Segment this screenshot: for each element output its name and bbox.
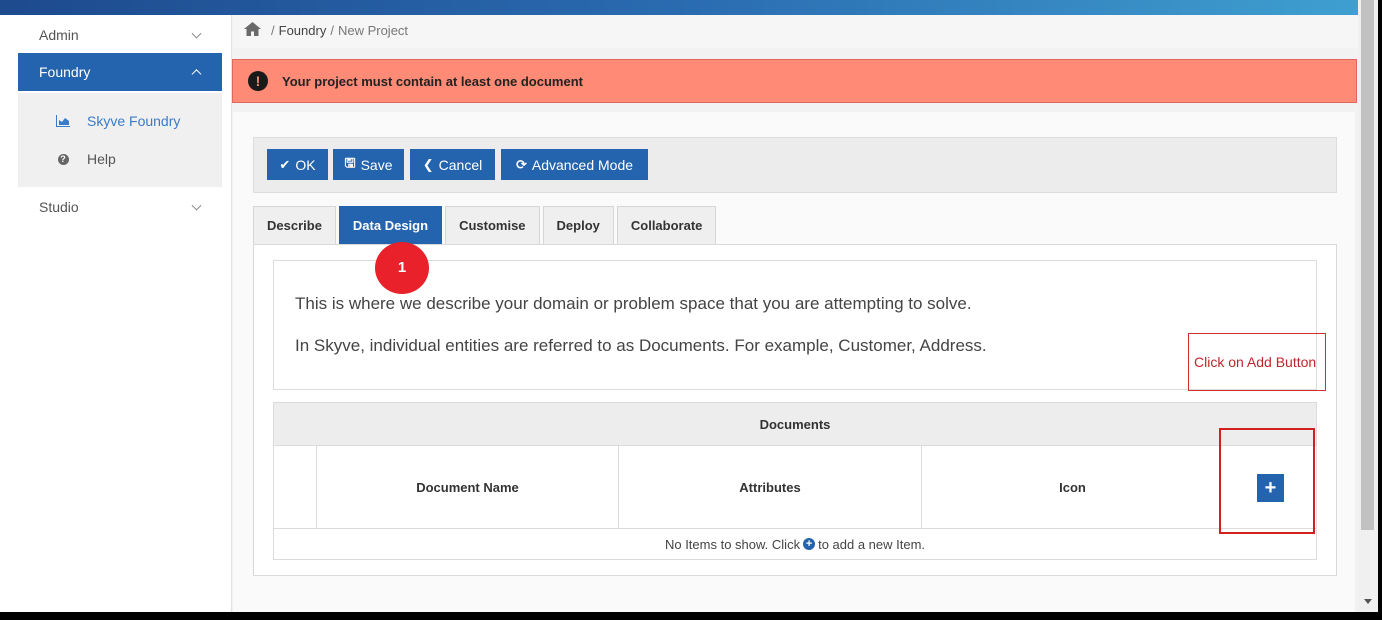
advanced-mode-label: Advanced Mode: [531, 156, 634, 173]
step-number-badge: 1: [375, 242, 429, 294]
tab-customise[interactable]: Customise: [445, 206, 540, 245]
ok-button[interactable]: ✔ OK: [267, 149, 328, 180]
scrollbar-thumb[interactable]: [1361, 0, 1374, 530]
alert-message: Your project must contain at least one d…: [282, 73, 583, 89]
add-button-highlight: [1219, 428, 1315, 534]
tab-describe[interactable]: Describe: [253, 206, 336, 245]
grid-title: Documents: [274, 403, 1316, 445]
cancel-label: Cancel: [438, 156, 483, 173]
sidebar-item-admin[interactable]: Admin: [18, 16, 222, 54]
tab-bar: Describe Data Design Customise Deploy Co…: [253, 206, 719, 245]
chevron-up-icon: [191, 69, 202, 80]
question-circle-icon: ?: [56, 152, 70, 166]
chevron-left-icon: ❮: [422, 156, 434, 172]
sidebar-item-studio[interactable]: Studio: [18, 188, 222, 226]
breadcrumb: / Foundry / New Project: [244, 22, 408, 39]
grid-select-column: [274, 445, 316, 528]
edit-panel: ✔ OK 🖫 Save ❮ Cancel ⟳ Advanced Mode Des…: [233, 112, 1355, 612]
sidebar: Admin Foundry Skyve Foundry ? Help Studi…: [0, 15, 232, 612]
save-label: Save: [360, 156, 393, 173]
error-alert: ! Your project must contain at least one…: [232, 59, 1357, 103]
vertical-scrollbar[interactable]: [1358, 0, 1378, 612]
tab-content: This is where we describe your domain or…: [253, 244, 1337, 576]
column-header-document-name[interactable]: Document Name: [316, 445, 618, 528]
sidebar-item-label: Studio: [39, 199, 79, 215]
sidebar-item-foundry[interactable]: Foundry: [18, 53, 222, 91]
breadcrumb-foundry[interactable]: Foundry: [279, 23, 327, 38]
check-icon: ✔: [279, 156, 291, 172]
sidebar-item-label: Admin: [39, 27, 79, 43]
instruction-callout: Click on Add Button: [1188, 333, 1326, 391]
empty-text-start: No Items to show. Click: [664, 536, 801, 552]
submenu-item-help[interactable]: ? Help: [18, 144, 222, 174]
save-icon: 🖫: [344, 154, 356, 170]
ok-label: OK: [295, 156, 316, 173]
chevron-down-icon: [191, 28, 202, 39]
column-header-attributes[interactable]: Attributes: [618, 445, 921, 528]
description-line: In Skyve, individual entities are referr…: [295, 336, 987, 355]
column-header-icon[interactable]: Icon: [921, 445, 1223, 528]
cancel-button[interactable]: ❮ Cancel: [410, 149, 495, 180]
scroll-down-arrow-icon[interactable]: [1364, 599, 1372, 604]
chart-icon: [56, 114, 70, 128]
sidebar-item-label: Foundry: [39, 64, 91, 80]
tab-collaborate[interactable]: Collaborate: [616, 206, 717, 245]
exclamation-icon: !: [248, 71, 268, 91]
submenu-item-label: Skyve Foundry: [87, 113, 181, 129]
submenu-item-label: Help: [87, 151, 116, 167]
home-icon[interactable]: [244, 22, 261, 39]
top-banner: [0, 0, 1358, 15]
action-toolbar: ✔ OK 🖫 Save ❮ Cancel ⟳ Advanced Mode: [253, 137, 1337, 193]
description-box: This is where we describe your domain or…: [273, 260, 1317, 390]
description-line: This is where we describe your domain or…: [295, 294, 972, 313]
refresh-icon: ⟳: [515, 156, 527, 172]
empty-grid-message: No Items to show. Click + to add a new I…: [274, 528, 1316, 559]
foundry-submenu: Skyve Foundry ? Help: [18, 93, 222, 187]
plus-circle-icon: +: [803, 538, 816, 550]
save-button[interactable]: 🖫 Save: [333, 149, 404, 180]
tab-data-design[interactable]: Data Design: [338, 206, 443, 245]
submenu-item-skyve-foundry[interactable]: Skyve Foundry: [18, 106, 222, 136]
tab-deploy[interactable]: Deploy: [542, 206, 614, 245]
empty-text-end: to add a new Item.: [818, 536, 926, 552]
breadcrumb-bar: / Foundry / New Project: [233, 15, 1358, 48]
breadcrumb-current: New Project: [337, 23, 409, 38]
chevron-down-icon: [191, 200, 202, 211]
advanced-mode-button[interactable]: ⟳ Advanced Mode: [501, 149, 648, 180]
main-content: / Foundry / New Project ! Your project m…: [232, 15, 1358, 612]
breadcrumb-separator: /: [271, 23, 275, 38]
breadcrumb-separator: /: [330, 23, 334, 38]
app-window: Admin Foundry Skyve Foundry ? Help Studi…: [0, 0, 1378, 612]
documents-grid: Documents Document Name Attributes Icon …: [273, 402, 1317, 560]
